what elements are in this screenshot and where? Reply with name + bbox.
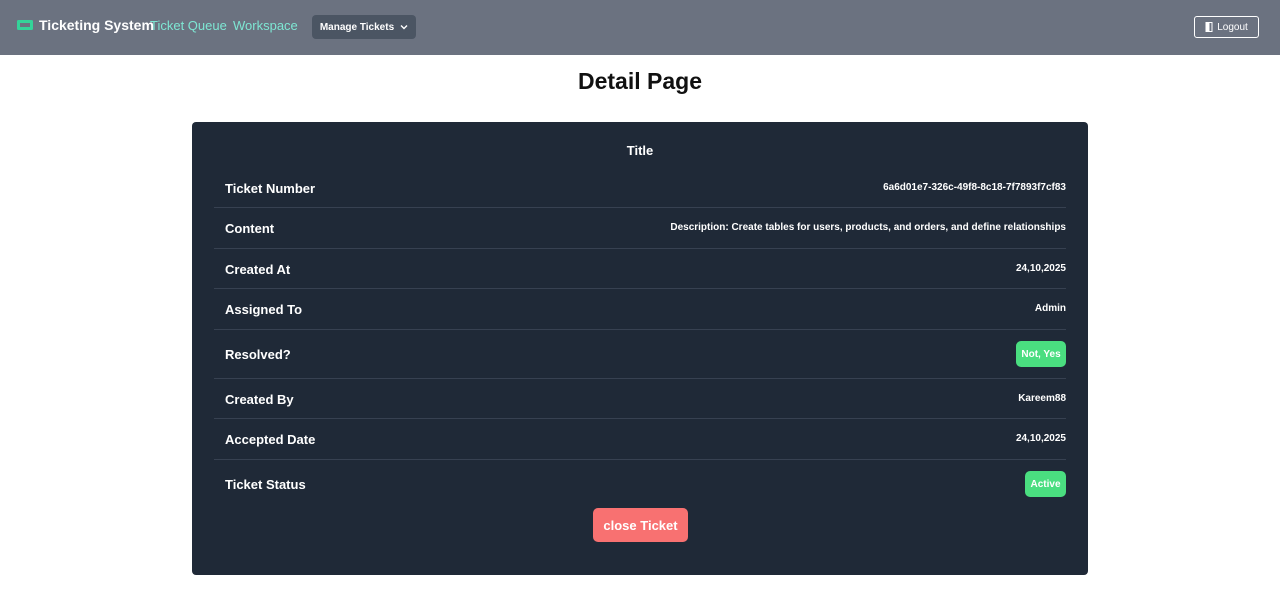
row-divider — [214, 418, 1066, 419]
resolved-label: Resolved? — [225, 347, 291, 362]
accepted-date-label: Accepted Date — [225, 432, 316, 447]
row-ticket-number: Ticket Number 6a6d01e7-326c-49f8-8c18-7f… — [214, 181, 1066, 199]
card-title: Title — [626, 143, 654, 158]
row-divider — [214, 459, 1066, 460]
assigned-to-label: Assigned To — [225, 302, 303, 317]
ticket-status-label: Ticket Status — [225, 477, 306, 492]
ticket-detail-card: Title Ticket Number 6a6d01e7-326c-49f8-8… — [192, 122, 1088, 575]
logout-label: Logout — [1217, 21, 1248, 33]
row-divider — [214, 329, 1066, 330]
content-label: Content — [225, 221, 275, 236]
row-resolved: Resolved? Not, Yes — [214, 340, 1066, 367]
page-title: Detail Page — [578, 68, 702, 94]
row-content: Content Description: Create tables for u… — [214, 221, 1066, 239]
chevron-down-icon — [400, 25, 408, 30]
nav-link-ticket-queue[interactable]: Ticket Queue — [150, 18, 227, 33]
brand-label: Ticketing System — [39, 17, 154, 33]
ticket-number-label: Ticket Number — [225, 181, 316, 196]
content-value: Description: Create tables for users, pr… — [670, 222, 1066, 233]
ticket-number-value: 6a6d01e7-326c-49f8-8c18-7f7893f7cf83 — [883, 182, 1066, 193]
row-ticket-status: Ticket Status Active — [214, 470, 1066, 497]
door-icon — [1205, 22, 1213, 32]
ticket-icon — [17, 20, 33, 30]
close-ticket-button[interactable]: close Ticket — [593, 508, 688, 542]
accepted-date-value: 24,10,2025 — [1015, 433, 1066, 444]
row-assigned-to: Assigned To Admin — [214, 302, 1066, 320]
resolved-badge: Not, Yes — [1016, 341, 1066, 367]
manage-tickets-label: Manage Tickets — [319, 21, 395, 33]
assigned-to-value: Admin — [1034, 303, 1066, 314]
row-divider — [214, 288, 1066, 289]
created-at-value: 24,10,2025 — [1015, 263, 1066, 274]
row-accepted-date: Accepted Date 24,10,2025 — [214, 432, 1066, 450]
row-divider — [214, 378, 1066, 379]
row-divider — [214, 248, 1066, 249]
row-created-by: Created By Kareem88 — [214, 392, 1066, 410]
row-created-at: Created At 24,10,2025 — [214, 262, 1066, 280]
status-badge: Active — [1025, 471, 1066, 497]
row-divider — [214, 207, 1066, 208]
top-navbar: Ticketing System Ticket Queue Workspace … — [0, 0, 1280, 55]
manage-tickets-dropdown[interactable]: Manage Tickets — [312, 15, 416, 39]
created-at-label: Created At — [225, 262, 291, 277]
nav-link-workspace[interactable]: Workspace — [233, 18, 298, 33]
brand[interactable]: Ticketing System — [16, 17, 154, 33]
logout-button[interactable]: Logout — [1194, 16, 1259, 38]
created-by-label: Created By — [225, 392, 294, 407]
created-by-value: Kareem88 — [1018, 393, 1066, 404]
